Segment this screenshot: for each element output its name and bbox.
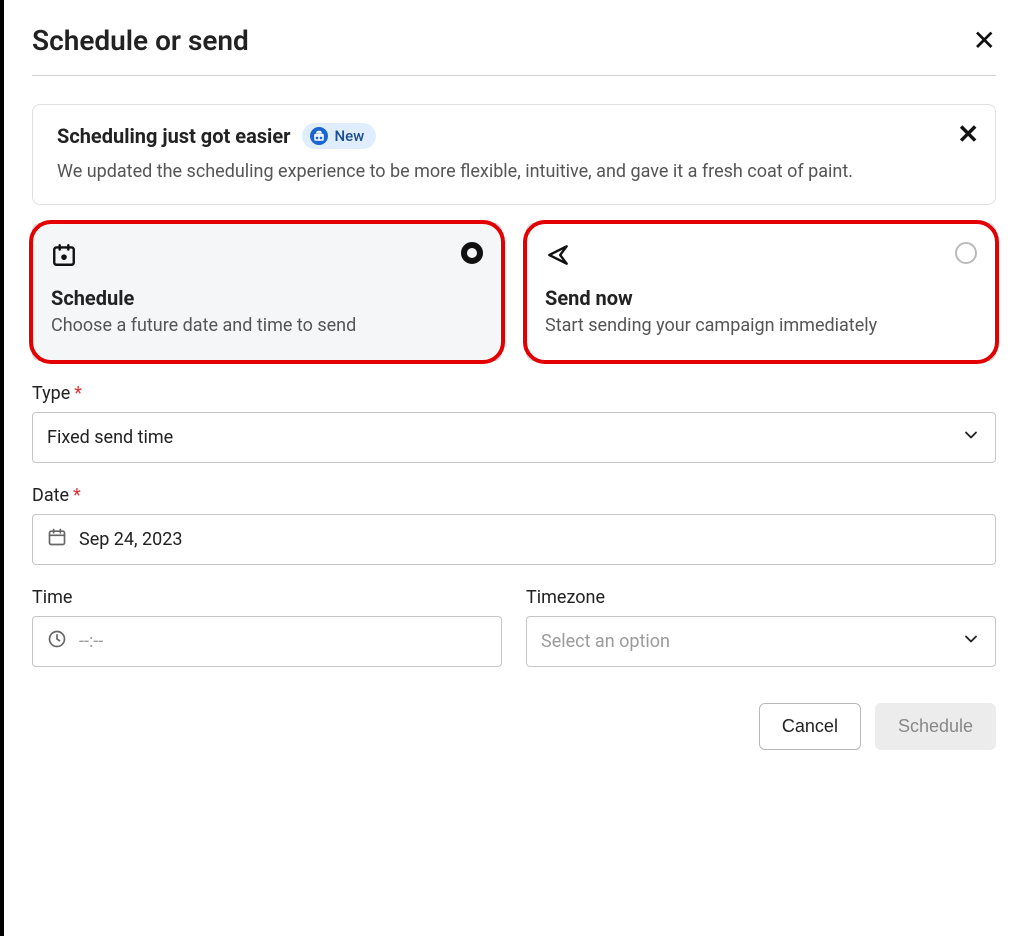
send-mode-options: Schedule Choose a future date and time t…: [32, 223, 996, 361]
option-send-now-desc: Start sending your campaign immediately: [545, 314, 977, 338]
timezone-field: Timezone Select an option: [526, 587, 996, 667]
time-input-placeholder: --:--: [79, 631, 103, 652]
schedule-button[interactable]: Schedule: [875, 703, 996, 750]
gift-icon: [310, 127, 328, 145]
close-icon: ✕: [957, 119, 979, 149]
date-input[interactable]: Sep 24, 2023: [32, 514, 996, 565]
timezone-label: Timezone: [526, 587, 996, 608]
option-card-top: [51, 242, 483, 272]
time-timezone-row: Time --:-- Timezone Select an option: [32, 587, 996, 667]
option-send-now[interactable]: Send now Start sending your campaign imm…: [526, 223, 996, 361]
chevron-down-icon: [961, 629, 981, 654]
new-badge-label: New: [334, 127, 364, 145]
radio-unselected-icon: [955, 242, 977, 264]
option-card-top: [545, 242, 977, 272]
time-input[interactable]: --:--: [32, 616, 502, 667]
option-schedule-title: Schedule: [51, 286, 483, 310]
info-banner: Scheduling just got easier New ✕ We upda…: [32, 104, 996, 205]
modal-title: Schedule or send: [32, 24, 249, 57]
type-select[interactable]: Fixed send time: [32, 412, 996, 463]
option-schedule[interactable]: Schedule Choose a future date and time t…: [32, 223, 502, 361]
modal-header: Schedule or send ✕: [32, 24, 996, 76]
timezone-select-placeholder: Select an option: [541, 631, 670, 652]
info-banner-title: Scheduling just got easier: [57, 124, 290, 148]
send-icon: [545, 242, 571, 272]
type-field: Type* Fixed send time: [32, 383, 996, 463]
radio-selected-icon: [461, 242, 483, 264]
type-select-value: Fixed send time: [47, 427, 173, 448]
close-icon: ✕: [973, 25, 996, 56]
chevron-down-icon: [961, 425, 981, 450]
date-field: Date* Sep 24, 2023: [32, 485, 996, 565]
required-indicator: *: [74, 383, 82, 404]
time-field: Time --:--: [32, 587, 502, 667]
type-label: Type*: [32, 383, 996, 404]
date-input-value: Sep 24, 2023: [79, 529, 183, 550]
close-button[interactable]: ✕: [973, 27, 996, 55]
dismiss-banner-button[interactable]: ✕: [957, 119, 979, 150]
option-send-now-title: Send now: [545, 286, 977, 310]
date-label: Date*: [32, 485, 996, 506]
cancel-button[interactable]: Cancel: [759, 703, 861, 750]
type-label-text: Type: [32, 383, 70, 404]
clock-icon: [47, 629, 67, 654]
date-label-text: Date: [32, 485, 69, 506]
time-label: Time: [32, 587, 502, 608]
timezone-select[interactable]: Select an option: [526, 616, 996, 667]
required-indicator: *: [73, 485, 81, 506]
info-banner-body: We updated the scheduling experience to …: [57, 159, 920, 184]
info-banner-header: Scheduling just got easier New: [57, 123, 975, 149]
calendar-icon: [47, 527, 67, 552]
calendar-icon: [51, 242, 77, 272]
modal-footer: Cancel Schedule: [32, 703, 996, 750]
new-badge: New: [302, 123, 376, 149]
option-schedule-desc: Choose a future date and time to send: [51, 314, 483, 338]
